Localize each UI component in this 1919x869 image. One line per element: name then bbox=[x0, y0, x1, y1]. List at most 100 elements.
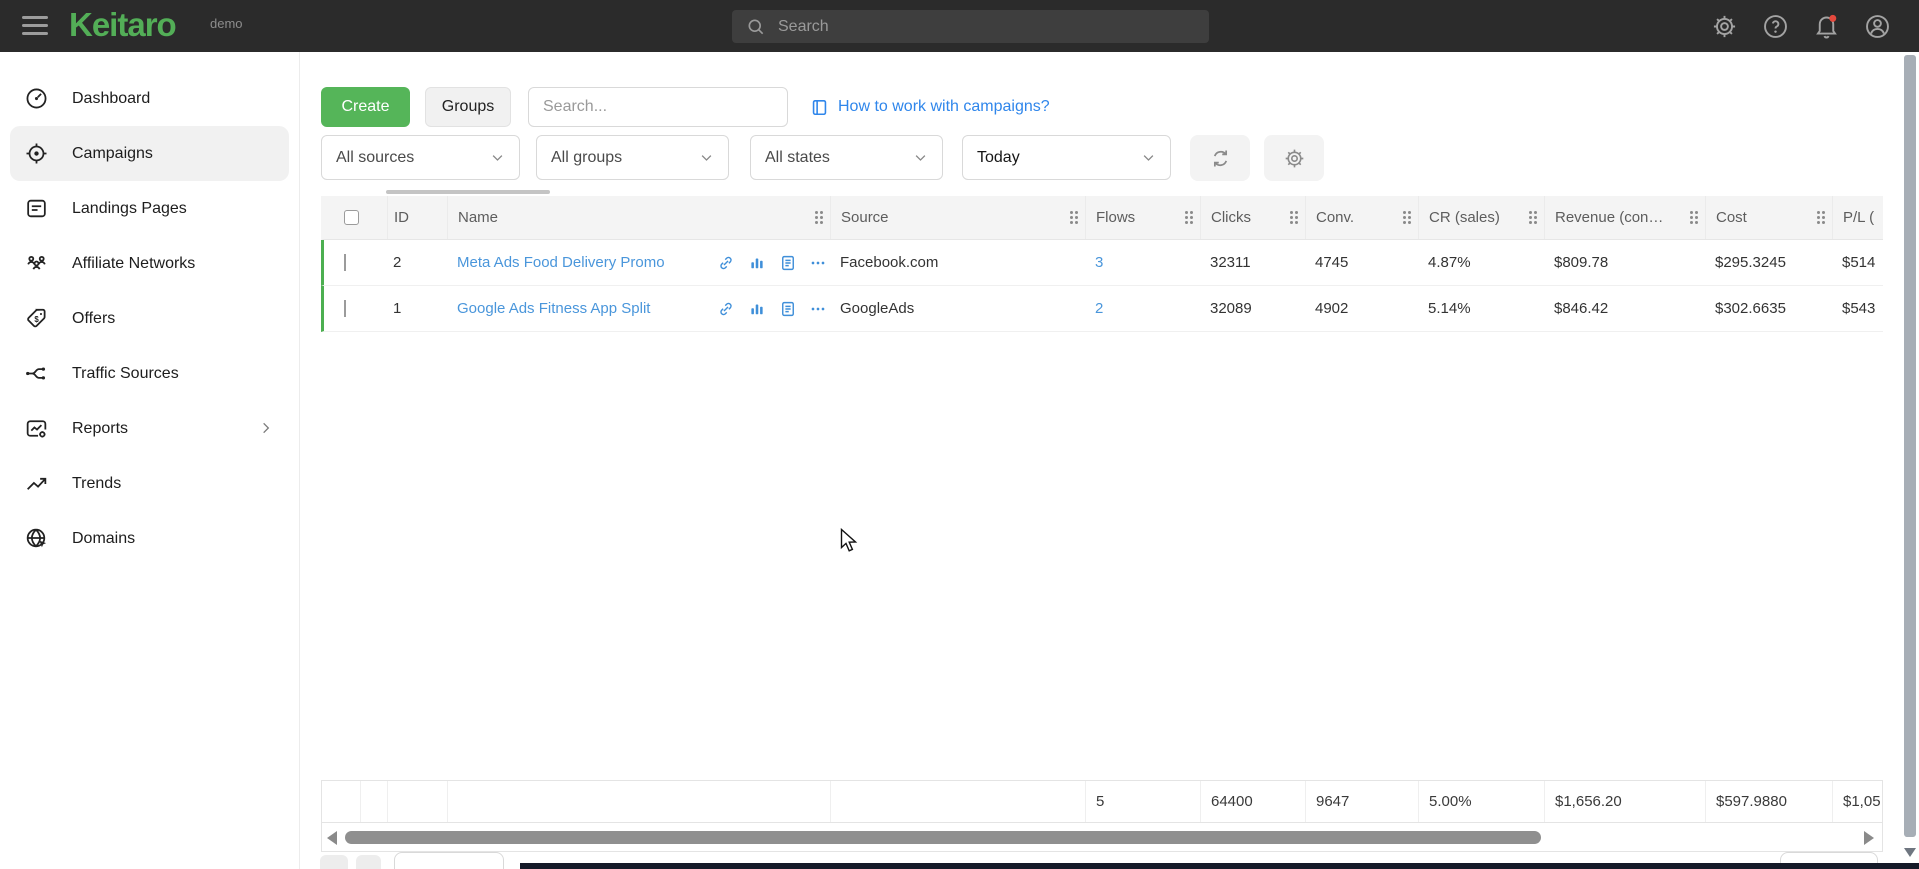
select-all-checkbox[interactable] bbox=[344, 210, 359, 225]
help-campaigns-link[interactable]: How to work with campaigns? bbox=[810, 98, 1050, 117]
page-size-select[interactable] bbox=[394, 852, 504, 869]
totals-cr: 5.00% bbox=[1418, 781, 1544, 822]
page-vertical-scrollbar[interactable] bbox=[1904, 55, 1916, 845]
row-flows-link[interactable]: 2 bbox=[1095, 300, 1103, 317]
row-source: GoogleAds bbox=[830, 300, 1085, 317]
global-search-input[interactable] bbox=[778, 18, 1158, 36]
column-header-cr-sales[interactable]: CR (sales) bbox=[1418, 196, 1544, 239]
table-row[interactable]: 1 Google Ads Fitness App Split bbox=[321, 286, 1883, 332]
row-pl: $514 bbox=[1832, 254, 1883, 271]
sidebar-item-label: Dashboard bbox=[72, 90, 150, 108]
sidebar-item-label: Reports bbox=[72, 420, 128, 438]
totals-flows: 5 bbox=[1085, 781, 1200, 822]
table-row[interactable]: 2 Meta Ads Food Delivery Promo bbox=[321, 240, 1883, 286]
row-checkbox[interactable] bbox=[344, 300, 346, 317]
column-header-pl[interactable]: P/L ( bbox=[1832, 196, 1883, 239]
table-header-row: ID Name Source Flows Clicks Conv. bbox=[321, 196, 1883, 240]
campaigns-table: ID Name Source Flows Clicks Conv. bbox=[321, 196, 1883, 852]
column-header-name[interactable]: Name bbox=[447, 196, 830, 239]
filters-row: All sources All groups All states Today bbox=[321, 135, 1324, 181]
sidebar-item-label: Trends bbox=[72, 475, 121, 493]
sidebar-item-trends[interactable]: Trends bbox=[0, 456, 299, 511]
sidebar-item-traffic-sources[interactable]: Traffic Sources bbox=[0, 346, 299, 401]
column-header-conv[interactable]: Conv. bbox=[1305, 196, 1418, 239]
more-icon[interactable] bbox=[810, 301, 826, 317]
pagination-button[interactable] bbox=[356, 855, 381, 869]
sidebar-item-dashboard[interactable]: Dashboard bbox=[0, 71, 299, 126]
sidebar-item-offers[interactable]: $ Offers bbox=[0, 291, 299, 346]
column-header-revenue[interactable]: Revenue (con… bbox=[1544, 196, 1705, 239]
note-icon[interactable] bbox=[779, 254, 797, 272]
scroll-down-icon[interactable] bbox=[1904, 848, 1916, 857]
drag-handle-icon[interactable] bbox=[1817, 211, 1820, 214]
affiliate-networks-icon bbox=[24, 251, 49, 276]
sidebar-item-domains[interactable]: Domains bbox=[0, 511, 299, 566]
notification-dot bbox=[1829, 15, 1836, 22]
table-top-scrollbar[interactable] bbox=[386, 190, 550, 194]
campaign-search-input[interactable] bbox=[528, 87, 788, 127]
vertical-scroll-thumb[interactable] bbox=[1904, 55, 1916, 837]
row-flows-link[interactable]: 3 bbox=[1095, 254, 1103, 271]
column-header-cost[interactable]: Cost bbox=[1705, 196, 1832, 239]
create-button[interactable]: Create bbox=[321, 87, 410, 127]
reports-icon bbox=[24, 416, 49, 441]
column-header-clicks[interactable]: Clicks bbox=[1200, 196, 1305, 239]
scroll-right-icon[interactable] bbox=[1864, 831, 1874, 845]
dashboard-icon bbox=[24, 86, 49, 111]
scroll-left-icon[interactable] bbox=[327, 831, 337, 845]
states-filter-dropdown[interactable]: All states bbox=[750, 135, 943, 180]
sidebar-item-landings-pages[interactable]: Landings Pages bbox=[0, 181, 299, 236]
trends-icon bbox=[24, 471, 49, 496]
sources-filter-dropdown[interactable]: All sources bbox=[321, 135, 520, 180]
chart-icon[interactable] bbox=[748, 254, 766, 272]
column-header-source[interactable]: Source bbox=[830, 196, 1085, 239]
sidebar-item-affiliate-networks[interactable]: Affiliate Networks bbox=[0, 236, 299, 291]
refresh-button[interactable] bbox=[1190, 135, 1250, 181]
column-header-id[interactable]: ID bbox=[387, 196, 447, 239]
drag-handle-icon[interactable] bbox=[1690, 211, 1693, 214]
hamburger-icon[interactable] bbox=[22, 16, 48, 36]
drag-handle-icon[interactable] bbox=[1529, 211, 1532, 214]
sidebar-item-reports[interactable]: Reports bbox=[0, 401, 299, 456]
chevron-down-icon bbox=[1141, 150, 1156, 165]
chevron-down-icon bbox=[913, 150, 928, 165]
account-icon[interactable] bbox=[1864, 13, 1891, 40]
link-icon[interactable] bbox=[717, 300, 735, 318]
totals-cost: $597.9880 bbox=[1705, 781, 1832, 822]
more-icon[interactable] bbox=[810, 255, 826, 271]
row-clicks: 32089 bbox=[1200, 300, 1305, 317]
drag-handle-icon[interactable] bbox=[1403, 211, 1406, 214]
horizontal-scroll-thumb[interactable] bbox=[345, 831, 1541, 844]
chart-icon[interactable] bbox=[748, 300, 766, 318]
column-header-flows[interactable]: Flows bbox=[1085, 196, 1200, 239]
traffic-sources-icon bbox=[24, 361, 49, 386]
drag-handle-icon[interactable] bbox=[1185, 211, 1188, 214]
row-cr: 4.87% bbox=[1418, 254, 1544, 271]
drag-handle-icon[interactable] bbox=[815, 211, 818, 214]
groups-button[interactable]: Groups bbox=[425, 87, 511, 127]
table-empty-area bbox=[321, 332, 1883, 780]
refresh-icon bbox=[1209, 147, 1232, 170]
book-icon bbox=[810, 98, 829, 117]
settings-icon[interactable] bbox=[1711, 13, 1738, 40]
notifications-icon[interactable] bbox=[1813, 13, 1840, 40]
logo-demo-badge: demo bbox=[210, 16, 243, 31]
global-search[interactable] bbox=[732, 10, 1209, 43]
drag-handle-icon[interactable] bbox=[1070, 211, 1073, 214]
sidebar-item-campaigns[interactable]: Campaigns bbox=[10, 126, 289, 181]
pagination-button[interactable] bbox=[320, 855, 348, 869]
domains-icon bbox=[24, 526, 49, 551]
campaign-name-link[interactable]: Meta Ads Food Delivery Promo bbox=[457, 254, 665, 271]
campaign-name-link[interactable]: Google Ads Fitness App Split bbox=[457, 300, 650, 317]
note-icon[interactable] bbox=[779, 300, 797, 318]
link-icon[interactable] bbox=[717, 254, 735, 272]
table-horizontal-scrollbar[interactable] bbox=[321, 822, 1883, 852]
row-pl: $543 bbox=[1832, 300, 1883, 317]
drag-handle-icon[interactable] bbox=[1290, 211, 1293, 214]
row-checkbox[interactable] bbox=[344, 254, 346, 271]
groups-filter-dropdown[interactable]: All groups bbox=[536, 135, 729, 180]
sidebar-item-label: Domains bbox=[72, 530, 135, 548]
table-settings-button[interactable] bbox=[1264, 135, 1324, 181]
help-icon[interactable] bbox=[1762, 13, 1789, 40]
date-range-dropdown[interactable]: Today bbox=[962, 135, 1171, 180]
